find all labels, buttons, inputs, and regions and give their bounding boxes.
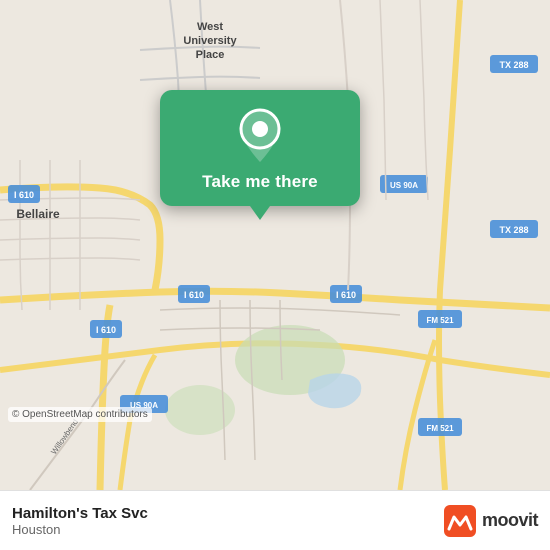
place-city: Houston — [12, 522, 148, 537]
svg-text:TX 288: TX 288 — [499, 225, 528, 235]
svg-text:Place: Place — [196, 49, 225, 61]
svg-text:I 610: I 610 — [14, 190, 34, 200]
svg-text:I 610: I 610 — [96, 325, 116, 335]
svg-text:FM 521: FM 521 — [426, 316, 454, 325]
place-name: Hamilton's Tax Svc — [12, 505, 148, 522]
svg-text:Bellaire: Bellaire — [16, 207, 60, 221]
svg-text:University: University — [183, 35, 237, 47]
svg-text:TX 288: TX 288 — [499, 60, 528, 70]
svg-text:I 610: I 610 — [336, 290, 356, 300]
map-container: I 610 I 610 I 610 I 610 TX 288 TX 288 US… — [0, 0, 550, 490]
svg-text:West: West — [197, 21, 223, 33]
moovit-logo: moovit — [444, 505, 538, 537]
popup-card[interactable]: Take me there — [160, 90, 360, 206]
copyright-notice: © OpenStreetMap contributors — [8, 407, 152, 422]
svg-text:US 90A: US 90A — [390, 181, 418, 190]
location-pin-icon — [234, 110, 286, 162]
moovit-label: moovit — [482, 510, 538, 531]
svg-text:I 610: I 610 — [184, 290, 204, 300]
bottom-bar: Hamilton's Tax Svc Houston moovit — [0, 490, 550, 550]
take-me-there-button[interactable]: Take me there — [202, 172, 318, 192]
moovit-icon — [444, 505, 476, 537]
place-info: Hamilton's Tax Svc Houston — [12, 505, 148, 537]
svg-text:FM 521: FM 521 — [426, 424, 454, 433]
